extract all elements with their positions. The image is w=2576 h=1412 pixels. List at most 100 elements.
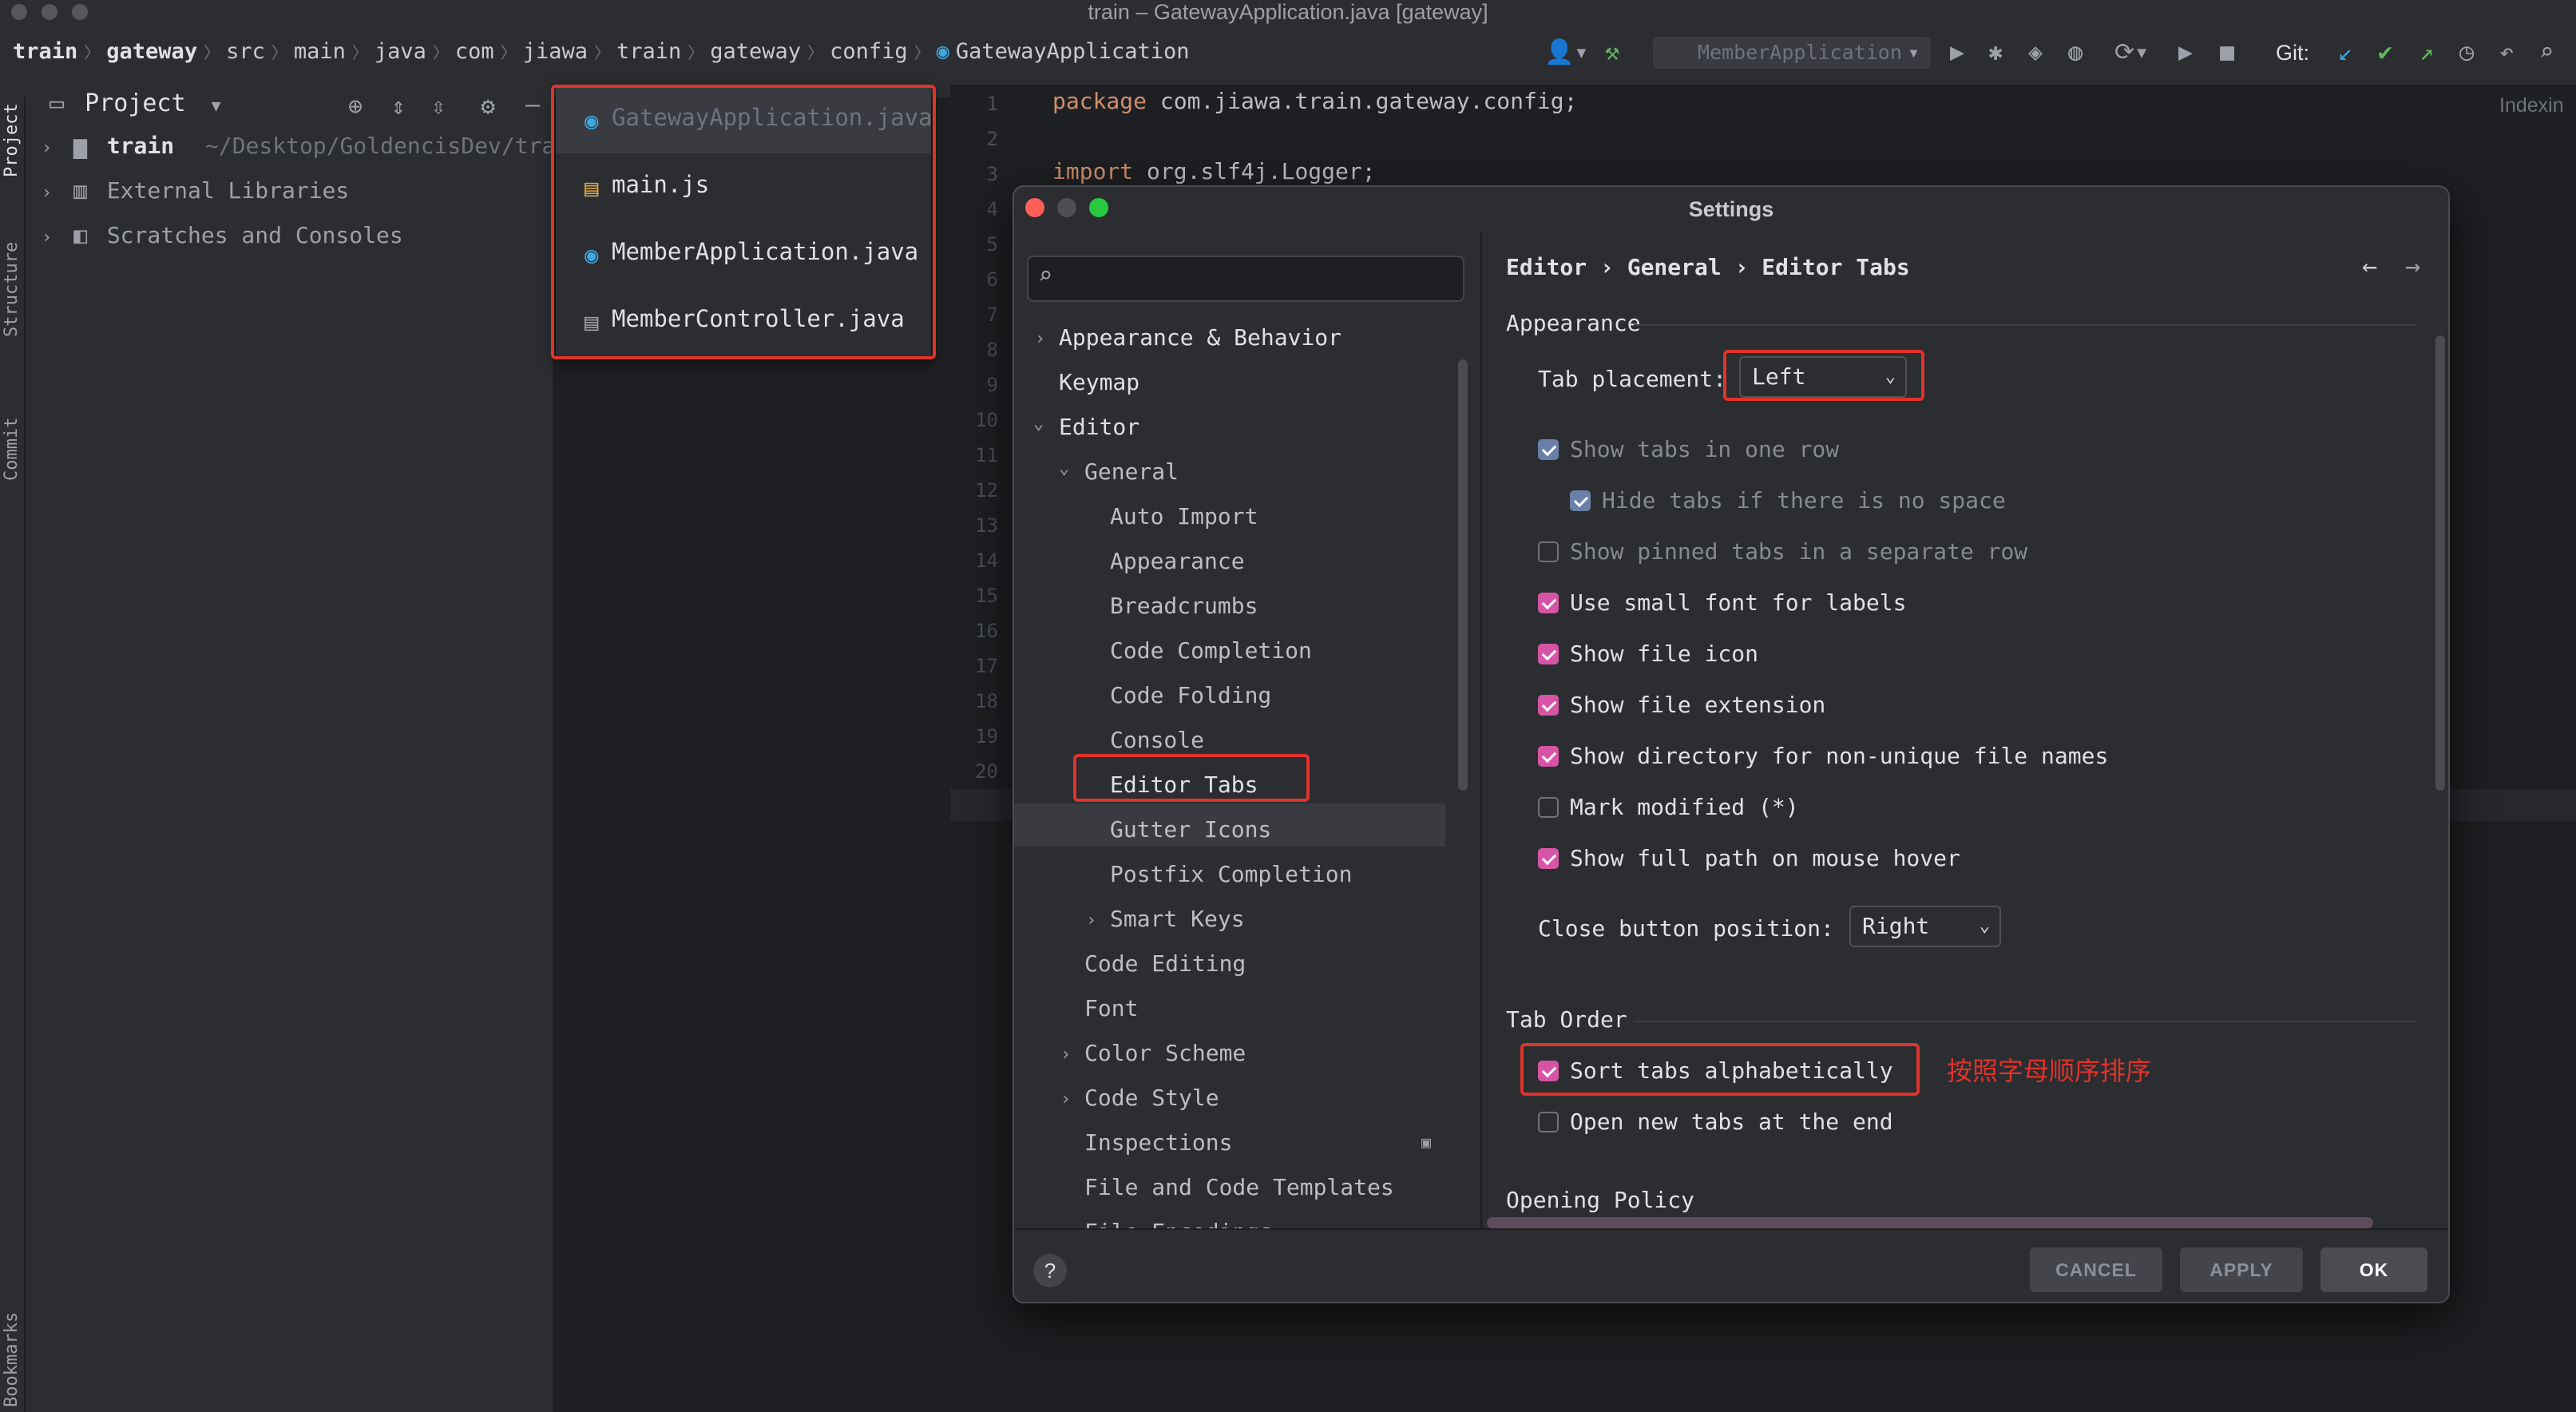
collapse-all-icon[interactable]: ⇳ xyxy=(431,93,446,121)
breadcrumb-item[interactable]: com xyxy=(455,39,494,64)
locate-icon[interactable]: ⊕ xyxy=(348,93,363,121)
option-show-directory[interactable]: Show directory for non-unique file names xyxy=(1538,743,2108,769)
content-vertical-scrollbar[interactable] xyxy=(2435,335,2445,791)
breadcrumb-item[interactable]: train xyxy=(13,39,77,64)
tree-row-external-libraries[interactable]: › ▥ External Libraries xyxy=(42,177,349,204)
zoom-dialog-button[interactable] xyxy=(1089,198,1108,217)
nav-appearance-behavior[interactable]: Appearance & Behavior xyxy=(1059,324,1342,351)
profiler-icon[interactable]: ◍ xyxy=(2068,38,2083,67)
nav-code-editing[interactable]: Code Editing xyxy=(1084,950,1246,977)
help-button[interactable]: ? xyxy=(1033,1254,1067,1287)
nav-auto-import[interactable]: Auto Import xyxy=(1110,503,1258,530)
breadcrumb-item[interactable]: java xyxy=(375,39,426,64)
close-dialog-button[interactable] xyxy=(1025,198,1044,217)
checkbox[interactable] xyxy=(1538,439,1559,460)
resume-icon[interactable]: ▶ xyxy=(2178,38,2193,67)
nav-console[interactable]: Console xyxy=(1110,727,1204,753)
chevron-down-icon[interactable]: ⌄ xyxy=(1059,458,1069,478)
nav-smart-keys[interactable]: Smart Keys xyxy=(1110,906,1245,932)
nav-code-style[interactable]: Code Style xyxy=(1084,1085,1219,1111)
more-run-icon[interactable]: ⟳▾ xyxy=(2114,38,2149,67)
coverage-icon[interactable]: ◈ xyxy=(2028,38,2043,67)
nav-scrollbar[interactable] xyxy=(1458,359,1468,791)
checkbox[interactable] xyxy=(1538,848,1559,869)
ok-button[interactable]: OK xyxy=(2320,1247,2427,1292)
chevron-down-icon[interactable]: ⌄ xyxy=(1033,414,1044,434)
hide-panel-icon[interactable]: — xyxy=(525,91,540,119)
option-mark-modified[interactable]: Mark modified (*) xyxy=(1538,794,1799,820)
nav-gutter-icons[interactable]: Gutter Icons xyxy=(1110,816,1271,843)
chevron-right-icon[interactable]: › xyxy=(42,183,52,203)
nav-appearance[interactable]: Appearance xyxy=(1110,548,1245,574)
checkbox[interactable] xyxy=(1538,541,1559,562)
run-icon[interactable]: ▶ xyxy=(1950,38,1964,67)
back-arrow-icon[interactable]: ← xyxy=(2362,251,2377,281)
settings-search-input[interactable]: ⌕ xyxy=(1027,256,1464,302)
nav-keymap[interactable]: Keymap xyxy=(1059,369,1139,395)
structure-tool-tab[interactable]: Structure xyxy=(2,242,22,337)
checkbox[interactable] xyxy=(1538,1112,1559,1132)
git-push-icon[interactable]: ↗ xyxy=(2419,38,2434,67)
checkbox[interactable] xyxy=(1538,746,1559,767)
chevron-right-icon[interactable]: › xyxy=(42,138,52,158)
breadcrumb-item[interactable]: GatewayApplication xyxy=(956,39,1190,64)
option-hide-tabs-no-space[interactable]: Hide tabs if there is no space xyxy=(1570,487,2006,514)
project-panel-title[interactable]: Project xyxy=(85,89,185,117)
chevron-right-icon[interactable]: › xyxy=(42,228,52,248)
checkbox[interactable] xyxy=(1538,644,1559,664)
rollback-icon[interactable]: ↶ xyxy=(2499,38,2514,67)
breadcrumb-item[interactable]: config xyxy=(830,39,908,64)
checkbox[interactable] xyxy=(1538,797,1559,818)
debug-icon[interactable]: ✱ xyxy=(1988,38,2003,67)
nav-file-code-templates[interactable]: File and Code Templates xyxy=(1084,1174,1394,1200)
breadcrumb-item[interactable]: gateway xyxy=(710,39,801,64)
nav-general[interactable]: General xyxy=(1084,458,1179,485)
chevron-down-icon[interactable]: ▼ xyxy=(212,96,221,115)
checkbox[interactable] xyxy=(1538,593,1559,613)
chevron-right-icon[interactable]: › xyxy=(1035,329,1045,349)
checkbox[interactable] xyxy=(1538,695,1559,716)
expand-all-icon[interactable]: ⇕ xyxy=(391,93,406,121)
run-configuration-dropdown[interactable]: MemberApplication ▾ xyxy=(1653,37,1931,69)
breadcrumb-item[interactable]: train xyxy=(616,39,681,64)
git-commit-icon[interactable]: ✔ xyxy=(2378,38,2392,67)
nav-code-folding[interactable]: Code Folding xyxy=(1110,682,1271,708)
nav-code-completion[interactable]: Code Completion xyxy=(1110,637,1312,664)
forward-arrow-icon[interactable]: → xyxy=(2405,251,2420,281)
breadcrumb-item[interactable]: main xyxy=(294,39,346,64)
project-tool-tab[interactable]: Project xyxy=(2,103,22,177)
option-full-path-hover[interactable]: Show full path on mouse hover xyxy=(1538,845,1960,871)
option-show-tabs-one-row[interactable]: Show tabs in one row xyxy=(1538,436,1839,462)
bookmarks-tool-tab[interactable]: Bookmarks xyxy=(2,1312,22,1407)
commit-tool-tab[interactable]: Commit xyxy=(2,418,22,481)
nav-color-scheme[interactable]: Color Scheme xyxy=(1084,1040,1246,1066)
option-small-font[interactable]: Use small font for labels xyxy=(1538,589,1906,616)
option-pinned-separate-row[interactable]: Show pinned tabs in a separate row xyxy=(1538,538,2027,565)
nav-postfix-completion[interactable]: Postfix Completion xyxy=(1110,861,1352,887)
breadcrumb-item[interactable]: gateway xyxy=(106,39,197,64)
nav-breadcrumbs[interactable]: Breadcrumbs xyxy=(1110,593,1258,619)
chevron-right-icon[interactable]: › xyxy=(1060,1089,1071,1109)
history-icon[interactable]: ◷ xyxy=(2459,38,2474,67)
nav-font[interactable]: Font xyxy=(1084,995,1138,1021)
user-icon[interactable]: 👤▾ xyxy=(1544,38,1588,67)
stop-icon[interactable]: ■ xyxy=(2220,38,2234,67)
build-hammer-icon[interactable]: ⚒ xyxy=(1605,38,1619,67)
apply-button[interactable]: APPLY xyxy=(2180,1247,2303,1292)
gear-icon[interactable]: ⚙ xyxy=(481,93,495,121)
option-show-file-icon[interactable]: Show file icon xyxy=(1538,641,1758,667)
nav-inspections[interactable]: Inspections xyxy=(1084,1129,1232,1156)
content-horizontal-scrollbar[interactable] xyxy=(1487,1217,2373,1228)
minimize-dialog-button[interactable] xyxy=(1057,198,1076,217)
chevron-right-icon[interactable]: › xyxy=(1060,1045,1071,1065)
chevron-right-icon[interactable]: › xyxy=(1086,910,1096,930)
option-show-file-extension[interactable]: Show file extension xyxy=(1538,692,1825,718)
checkbox[interactable] xyxy=(1570,490,1591,511)
git-update-icon[interactable]: ↙ xyxy=(2338,38,2352,67)
close-button-position-select[interactable]: Right ⌄ xyxy=(1849,906,2001,947)
search-icon[interactable]: ⌕ xyxy=(2539,38,2554,67)
cancel-button[interactable]: CANCEL xyxy=(2030,1247,2162,1292)
nav-editor[interactable]: Editor xyxy=(1059,414,1139,440)
breadcrumb-item[interactable]: jiawa xyxy=(523,39,588,64)
tree-row-scratches[interactable]: › ◧ Scratches and Consoles xyxy=(42,222,403,248)
